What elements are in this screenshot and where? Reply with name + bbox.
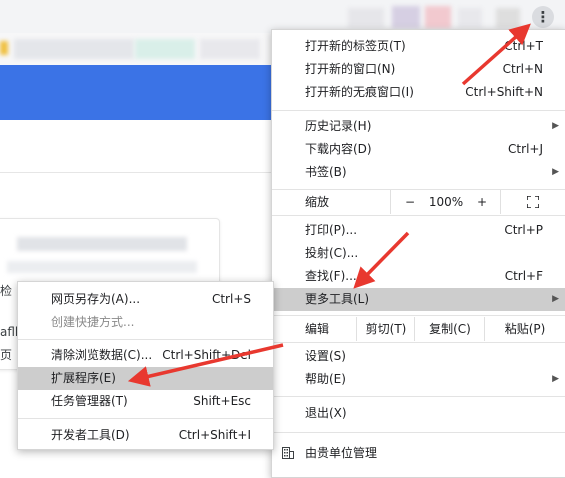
menu-separator [18,418,273,419]
divider [0,172,272,173]
new-tab-item[interactable]: 打开新的标签页(T) Ctrl+T [272,35,565,58]
find-item[interactable]: 查找(F)... Ctrl+F [272,265,565,288]
blurred-text [17,237,187,251]
fullscreen-button[interactable] [500,190,565,214]
developer-tools-item[interactable]: 开发者工具(D) Ctrl+Shift+I [18,424,273,447]
zoom-out-button[interactable]: − [390,190,429,214]
new-incognito-window-item[interactable]: 打开新的无痕窗口(I) Ctrl+Shift+N [272,81,565,104]
cut-button[interactable]: 剪切(T) [356,317,415,341]
page-header-bar [0,65,272,120]
submenu-arrow-icon: ▶ [552,121,559,131]
background-text: 页 [0,348,13,362]
downloads-item[interactable]: 下载内容(D) Ctrl+J [272,138,565,161]
blurred-tab [348,8,384,28]
edit-row: 编辑 剪切(T) 复制(C) 粘贴(P) [272,317,565,341]
more-tools-item[interactable]: 更多工具(L) ▶ [272,288,565,311]
blurred-bookmark[interactable] [14,39,134,59]
submenu-arrow-icon: ▶ [552,374,559,384]
zoom-in-button[interactable]: + [464,190,500,214]
print-item[interactable]: 打印(P)... Ctrl+P [272,219,565,242]
submenu-arrow-icon: ▶ [552,167,559,177]
new-window-item[interactable]: 打开新的窗口(N) Ctrl+N [272,58,565,81]
blurred-tab [458,8,482,28]
menu-separator [272,110,565,111]
create-shortcut-item: 创建快捷方式... [51,315,135,329]
menu-separator [272,342,565,343]
copy-button[interactable]: 复制(C) [414,317,485,341]
menu-separator [272,432,565,433]
more-vert-icon[interactable]: ⋮ [532,6,554,28]
menu-separator [272,396,565,397]
building-icon [282,447,294,459]
blurred-text [7,261,197,273]
task-manager-item[interactable]: 任务管理器(T) Shift+Esc [18,390,273,413]
more-tools-submenu: 网页另存为(A)... Ctrl+S 创建快捷方式... 清除浏览数据(C)..… [17,281,274,450]
blurred-tab [392,6,420,28]
blurred-bookmark[interactable] [200,39,260,59]
zoom-row: 缩放 − 100% + [272,190,565,214]
menu-separator [18,339,273,340]
submenu-arrow-icon: ▶ [552,294,559,304]
clear-browsing-data-item[interactable]: 清除浏览数据(C)... Ctrl+Shift+Del [18,344,273,367]
menu-separator [272,215,565,216]
chrome-main-menu: 打开新的标签页(T) Ctrl+T 打开新的窗口(N) Ctrl+N 打开新的无… [271,29,565,478]
blurred-bookmark[interactable] [135,39,195,59]
cast-item[interactable]: 投射(C)... [272,242,565,265]
save-page-item[interactable]: 网页另存为(A)... Ctrl+S [18,288,273,311]
paste-button[interactable]: 粘贴(P) [484,317,565,341]
help-item[interactable]: 帮助(E) ▶ [272,368,565,391]
zoom-level: 100% [428,195,464,209]
fullscreen-icon [527,196,539,208]
history-item[interactable]: 历史记录(H) ▶ [272,115,565,138]
bookmarks-item[interactable]: 书签(B) ▶ [272,161,565,184]
bookmark-icon[interactable] [0,41,8,55]
background-text: 检 [0,284,13,298]
blurred-tab [425,6,451,28]
blurred-tab [496,8,520,28]
settings-item[interactable]: 设置(S) [272,345,565,368]
exit-item[interactable]: 退出(X) [272,402,565,425]
menu-separator [272,315,565,316]
managed-by-org-item[interactable]: 由贵单位管理 [272,441,565,465]
extensions-item[interactable]: 扩展程序(E) [18,367,273,390]
